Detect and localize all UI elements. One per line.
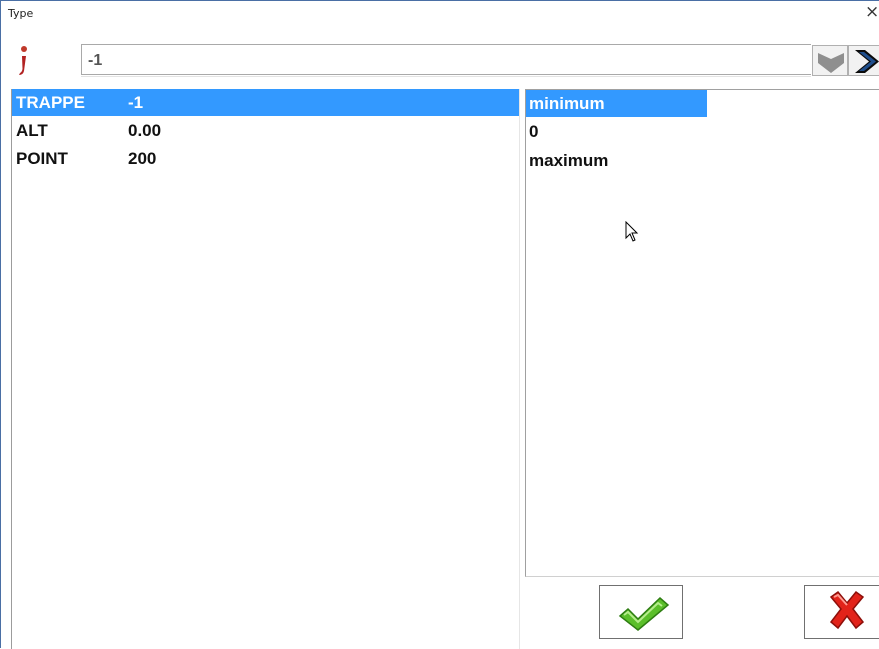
parameter-name: POINT xyxy=(16,148,68,168)
checkmark-icon xyxy=(618,596,670,631)
chevron-right-icon xyxy=(855,50,879,73)
parameter-value: 200 xyxy=(128,148,157,168)
ok-button[interactable] xyxy=(599,585,683,639)
parameter-row[interactable]: ALT 0.00 xyxy=(12,116,520,144)
info-icon xyxy=(19,46,27,75)
parameter-list: TRAPPE -1 ALT 0.00 POINT 200 xyxy=(11,89,520,649)
cancel-button[interactable] xyxy=(804,585,879,639)
chevron-down-icon xyxy=(818,53,844,73)
input-divider xyxy=(81,76,811,77)
value-input[interactable] xyxy=(81,44,811,75)
mouse-pointer-icon xyxy=(625,221,639,242)
cross-icon xyxy=(829,590,865,630)
value-option-zero[interactable]: 0 xyxy=(526,117,879,146)
next-button[interactable] xyxy=(848,45,879,76)
dialog-window: Type × TRAPPE -1 ALT 0.00 POINT 200 xyxy=(0,0,879,649)
value-list: minimum 0 maximum xyxy=(525,89,879,577)
parameter-value: -1 xyxy=(128,93,144,112)
dropdown-button[interactable] xyxy=(812,45,848,76)
value-option-maximum[interactable]: maximum xyxy=(526,146,879,175)
parameter-row[interactable]: POINT 200 xyxy=(12,144,520,172)
value-option-minimum[interactable]: minimum xyxy=(526,90,707,117)
parameter-name: TRAPPE xyxy=(16,93,85,112)
close-button[interactable]: × xyxy=(865,2,879,22)
window-title: Type xyxy=(8,7,34,20)
parameter-row[interactable]: TRAPPE -1 xyxy=(12,89,520,116)
parameter-name: ALT xyxy=(16,120,48,140)
parameter-value: 0.00 xyxy=(128,120,162,140)
panel-divider xyxy=(519,89,520,649)
